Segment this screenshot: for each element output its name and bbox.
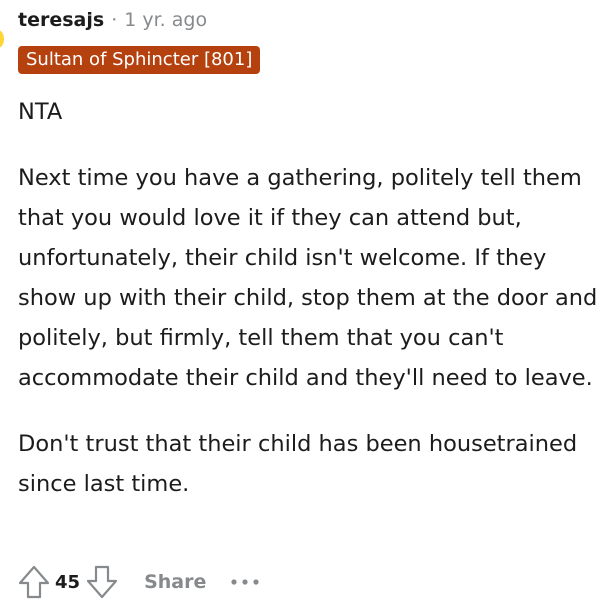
comment-meta: teresajs · 1 yr. ago: [18, 7, 207, 33]
downvote-button[interactable]: [82, 560, 122, 604]
share-button[interactable]: Share: [144, 571, 206, 593]
upvote-button[interactable]: [14, 560, 54, 604]
user-flair-badge: Sultan of Sphincter [801]: [18, 46, 261, 74]
more-options-icon: [231, 579, 259, 585]
meta-separator: ·: [111, 9, 118, 31]
comment-action-bar: 45 Share: [14, 560, 260, 604]
avatar[interactable]: [0, 30, 4, 48]
comment-body: NTA Next time you have a gathering, poli…: [18, 92, 598, 530]
comment-paragraph: Don't trust that their child has been ho…: [18, 431, 578, 497]
comment-paragraph: Next time you have a gathering, politely…: [18, 165, 598, 391]
comment-timestamp[interactable]: 1 yr. ago: [124, 9, 207, 31]
downvote-arrow-icon: [86, 565, 118, 599]
comment-paragraph: NTA: [18, 99, 63, 125]
vote-score: 45: [55, 571, 81, 593]
username-link[interactable]: teresajs: [18, 9, 104, 31]
more-options-button[interactable]: [230, 572, 260, 592]
upvote-arrow-icon: [18, 565, 50, 599]
